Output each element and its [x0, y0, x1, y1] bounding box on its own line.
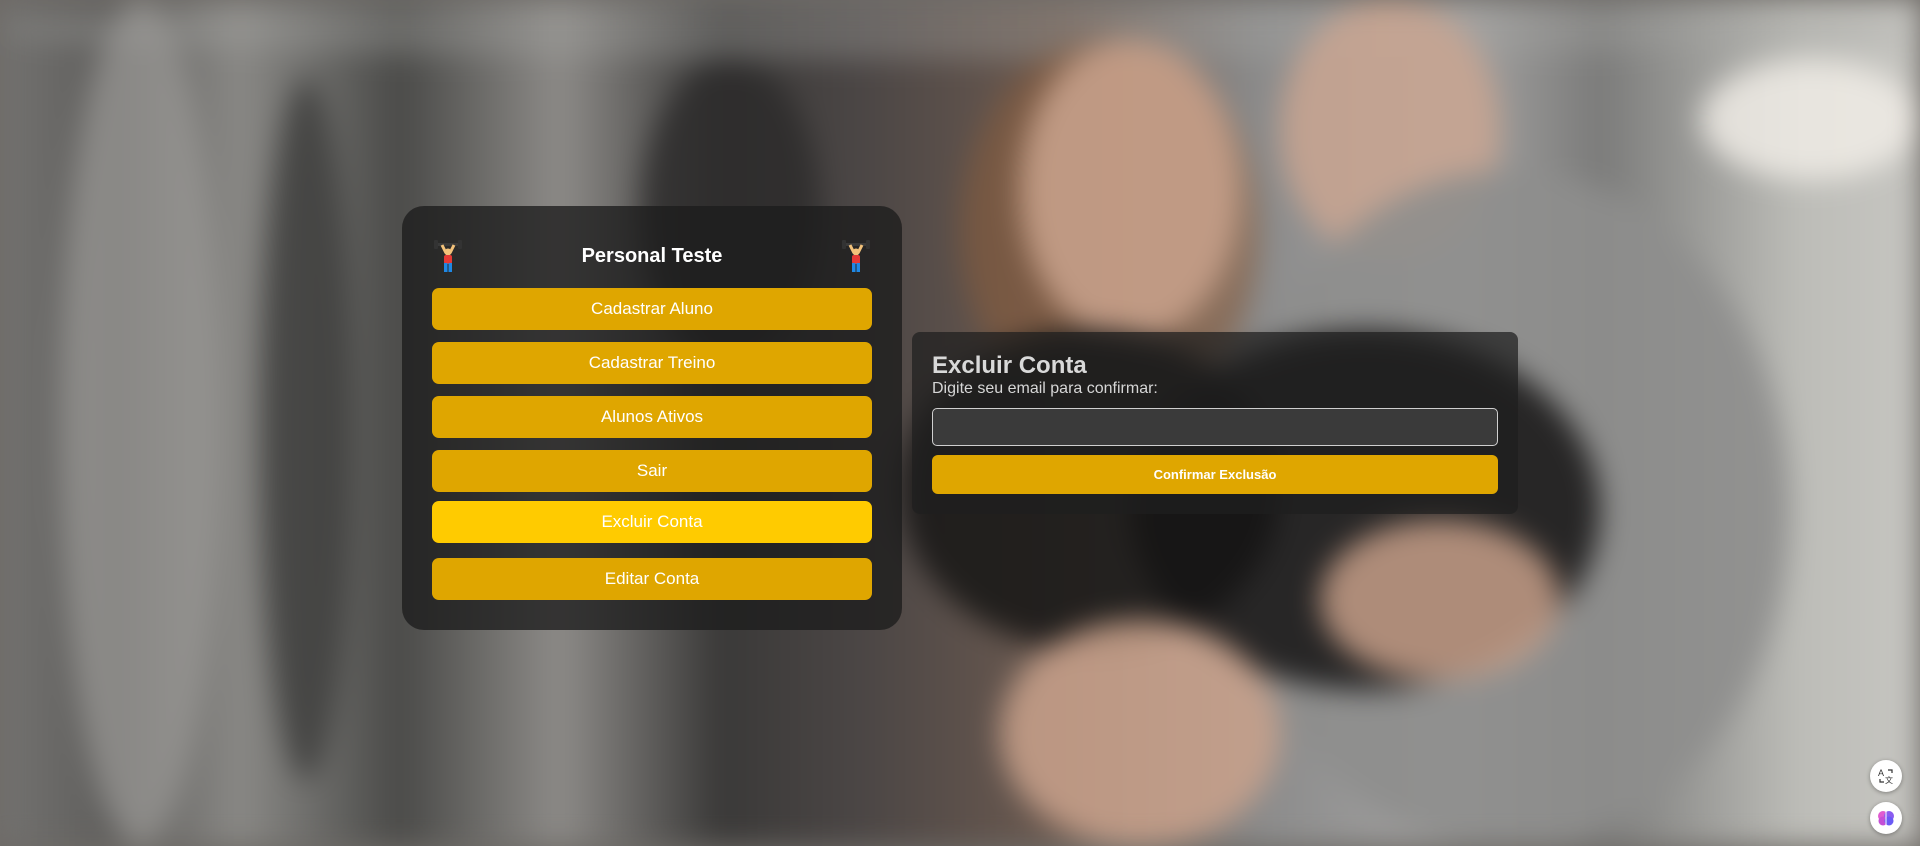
menu-header: Personal Teste [402, 239, 902, 277]
sair-button[interactable]: Sair [432, 450, 872, 492]
cadastrar-treino-button[interactable]: Cadastrar Treino [432, 342, 872, 384]
cadastrar-aluno-button[interactable]: Cadastrar Aluno [432, 288, 872, 330]
confirm-delete-button[interactable]: Confirmar Exclusão [932, 455, 1498, 494]
translate-widget-button[interactable]: A 文 [1870, 760, 1902, 792]
alunos-ativos-button[interactable]: Alunos Ativos [432, 396, 872, 438]
weightlifter-icon [842, 240, 870, 272]
email-confirm-input[interactable] [932, 408, 1498, 446]
delete-account-card: Excluir Conta Digite seu email para conf… [912, 332, 1518, 514]
ai-assistant-button[interactable] [1870, 802, 1902, 834]
svg-text:A: A [1878, 768, 1884, 778]
excluir-conta-button[interactable]: Excluir Conta [432, 501, 872, 543]
email-confirm-label: Digite seu email para confirmar: [932, 380, 1158, 397]
menu-title: Personal Teste [581, 245, 723, 267]
menu-panel: Personal Teste Cadastrar Aluno Cadastrar… [402, 206, 902, 630]
delete-account-title: Excluir Conta [932, 352, 1087, 379]
editar-conta-button[interactable]: Editar Conta [432, 558, 872, 600]
translate-icon: A 文 [1878, 768, 1893, 785]
brain-icon [1878, 811, 1894, 826]
svg-text:文: 文 [1885, 775, 1893, 785]
